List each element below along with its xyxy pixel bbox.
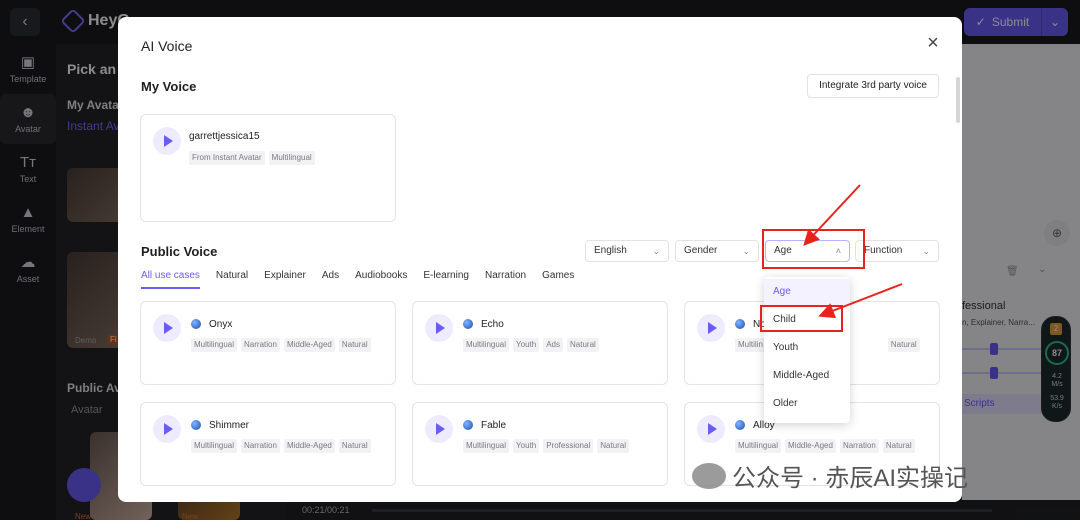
wechat-icon xyxy=(692,462,726,489)
watermark: 公众号 · 赤辰AI实操记 xyxy=(692,458,968,493)
arrow-to-child xyxy=(818,283,903,319)
arrow-to-age xyxy=(803,184,861,246)
annotation-arrows xyxy=(803,184,903,319)
watermark-text: 公众号 · 赤辰AI实操记 xyxy=(732,465,969,492)
